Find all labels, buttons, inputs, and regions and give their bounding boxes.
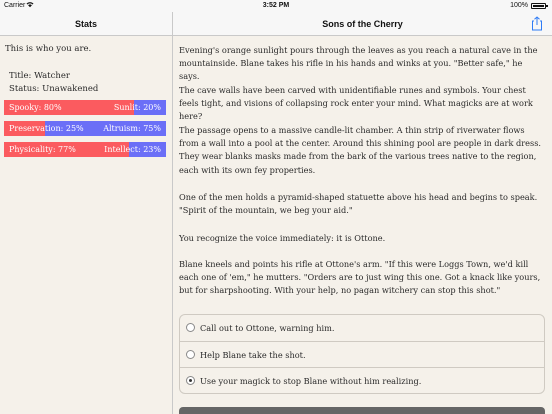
stat-title: Title: Watcher	[9, 71, 70, 81]
radio-button[interactable]	[186, 323, 195, 332]
radio-button[interactable]	[186, 350, 195, 359]
story-pane: Evening's orange sunlight pours through …	[173, 36, 552, 414]
story-paragraph: Blane kneels and points his rifle at Ott…	[179, 259, 541, 296]
choice-option[interactable]: Help Blane take the shot.	[180, 341, 544, 367]
choice-label: Use your magick to stop Blane without hi…	[200, 376, 422, 386]
choice-label: Help Blane take the shot.	[200, 350, 306, 360]
stats-intro: This is who you are.	[5, 44, 92, 54]
sidebar-nav-bar: Stats	[0, 12, 173, 36]
stat-bar-spooky-sunlit: Spooky: 80% Sunlit: 20%	[4, 100, 166, 115]
bar-left-label: Spooky: 80%	[9, 103, 62, 112]
battery-percent: 100%	[510, 2, 528, 9]
radio-button[interactable]	[186, 376, 195, 385]
share-icon[interactable]	[530, 16, 544, 31]
stats-sidebar: This is who you are. Title: Watcher Stat…	[0, 36, 173, 414]
main-nav-bar: Sons of the Cherry	[173, 12, 552, 36]
stat-status: Status: Unawakened	[9, 84, 99, 94]
stat-bar-physicality-intellect: Physicality: 77% Intellect: 23%	[4, 142, 166, 157]
story-paragraph: Evening's orange sunlight pours through …	[179, 45, 538, 82]
battery-icon	[531, 3, 548, 9]
status-bar: Carrier 3:52 PM 100%	[0, 0, 552, 12]
sidebar-title: Stats	[74, 19, 97, 29]
bar-left-label: Preservation: 25%	[9, 124, 84, 133]
bar-right-label: Intellect: 23%	[104, 145, 161, 154]
choice-list: Call out to Ottone, warning him. Help Bl…	[179, 314, 545, 394]
choice-option[interactable]: Use your magick to stop Blane without hi…	[180, 367, 544, 393]
choice-option[interactable]: Call out to Ottone, warning him.	[180, 315, 544, 341]
story-title: Sons of the Cherry	[322, 19, 403, 29]
bar-right-label: Sunlit: 20%	[113, 103, 161, 112]
story-paragraph: The cave walls have been carved with uni…	[179, 85, 533, 122]
stat-bar-preservation-altruism: Preservation: 25% Altruism: 75%	[4, 121, 166, 136]
next-button[interactable]	[179, 407, 545, 414]
bar-right-label: Altruism: 75%	[103, 124, 161, 133]
story-paragraph: The passage opens to a massive candle-li…	[179, 125, 542, 175]
bar-left-label: Physicality: 77%	[9, 145, 76, 154]
clock: 3:52 PM	[262, 2, 290, 9]
story-paragraph: One of the men holds a pyramid-shaped st…	[179, 192, 538, 216]
story-paragraph: You recognize the voice immediately: it …	[179, 233, 386, 243]
choice-label: Call out to Ottone, warning him.	[200, 323, 335, 333]
